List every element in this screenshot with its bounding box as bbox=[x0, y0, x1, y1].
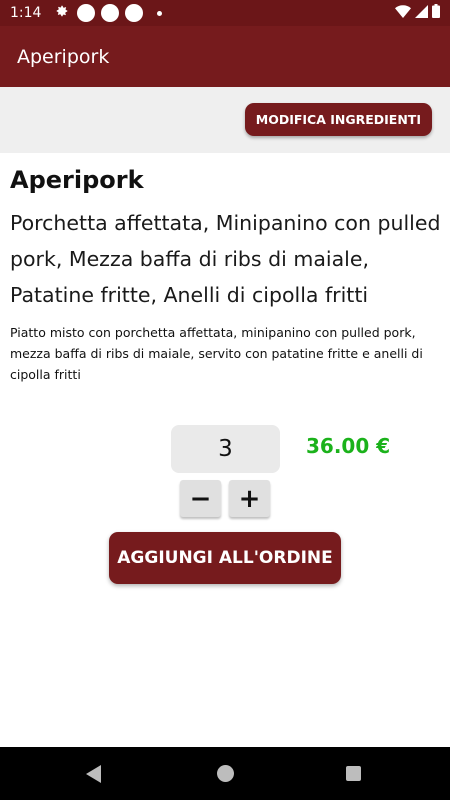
home-icon[interactable] bbox=[217, 765, 234, 782]
recent-apps-icon[interactable] bbox=[346, 766, 361, 781]
gear-icon bbox=[55, 4, 69, 22]
wifi-icon bbox=[395, 4, 411, 22]
quantity-field[interactable]: 3 bbox=[171, 425, 280, 473]
signal-icon bbox=[415, 4, 428, 22]
circle-icon bbox=[101, 4, 120, 22]
circle-icon bbox=[77, 4, 96, 22]
system-nav-bar bbox=[0, 747, 450, 800]
decrease-quantity-button[interactable]: − bbox=[180, 480, 221, 517]
app-bar: Aperipork bbox=[0, 26, 450, 87]
product-description: Piatto misto con porchetta affettata, mi… bbox=[10, 325, 423, 382]
product-title: Aperipork bbox=[10, 166, 144, 194]
product-ingredients: Porchetta affettata, Minipanino con pull… bbox=[10, 211, 441, 307]
battery-icon bbox=[432, 4, 440, 22]
price-label: 36.00 € bbox=[306, 434, 391, 458]
increase-quantity-button[interactable]: + bbox=[229, 480, 270, 517]
status-bar: 1:14 bbox=[0, 0, 450, 26]
modifica-ingredienti-button[interactable]: MODIFICA INGREDIENTI bbox=[244, 103, 432, 136]
app-bar-title: Aperipork bbox=[17, 45, 110, 68]
add-to-order-button[interactable]: AGGIUNGI ALL'ORDINE bbox=[109, 532, 341, 584]
dot-icon bbox=[157, 10, 163, 16]
quantity-value: 3 bbox=[218, 436, 233, 462]
toolbar-strip: MODIFICA INGREDIENTI bbox=[0, 87, 450, 153]
back-icon[interactable] bbox=[86, 765, 101, 783]
status-time: 1:14 bbox=[10, 5, 42, 21]
circle-icon bbox=[125, 4, 144, 22]
